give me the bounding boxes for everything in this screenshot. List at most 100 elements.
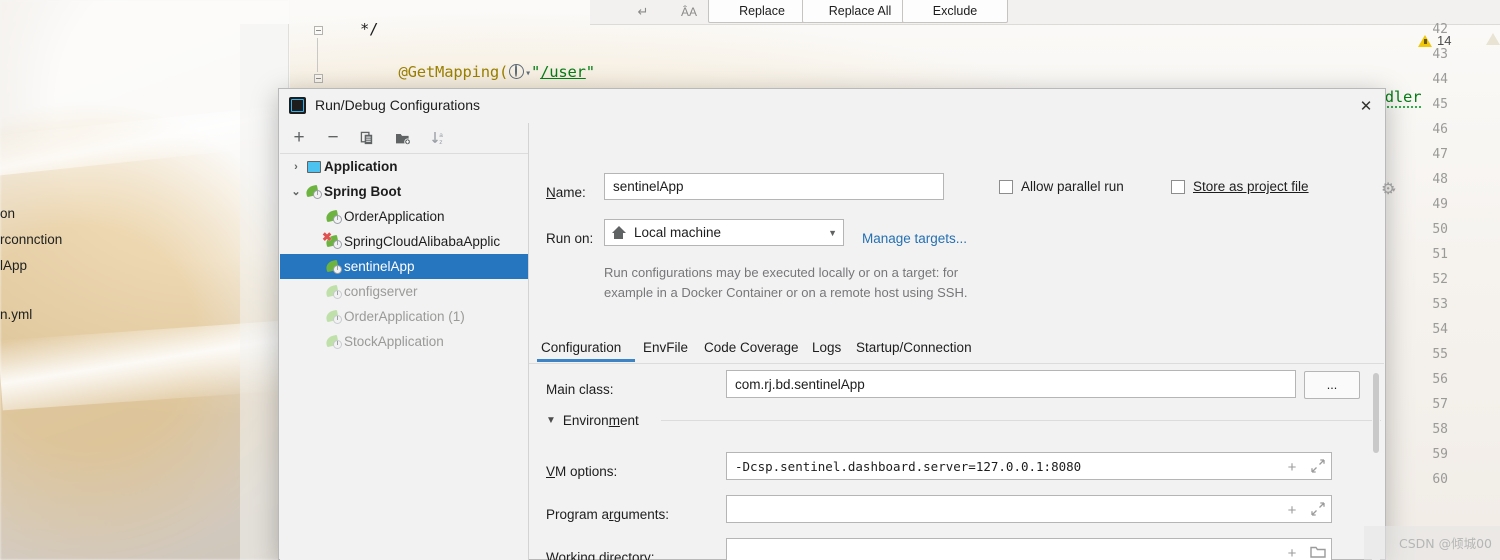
- scrollbar-thumb[interactable]: [1373, 373, 1379, 453]
- match-case-icon[interactable]: ÂA: [676, 2, 702, 22]
- exclude-button[interactable]: Exclude: [902, 0, 1008, 23]
- store-as-project-file-checkbox[interactable]: Store as project file: [1171, 179, 1309, 194]
- triangle-down-icon[interactable]: ▼: [546, 415, 556, 426]
- tree-item-configserver[interactable]: configserver: [280, 279, 528, 304]
- dialog-title: Run/Debug Configurations: [315, 97, 480, 113]
- run-on-description-line2: example in a Docker Container or on a re…: [604, 285, 968, 300]
- checkbox-box[interactable]: [1171, 179, 1185, 194]
- tree-item-springcloudalibabaapplication[interactable]: ✖ SpringCloudAlibabaApplic: [280, 229, 528, 254]
- tree-item-stockapplication[interactable]: StockApplication: [280, 329, 528, 354]
- gear-dropdown-icon[interactable]: [1381, 179, 1396, 199]
- chevron-down-icon[interactable]: ⌄: [288, 185, 304, 198]
- vm-options-label: VM options:: [546, 464, 618, 479]
- line-number: 50: [1432, 222, 1448, 237]
- tree-item-application[interactable]: › Application: [280, 154, 528, 179]
- warning-triangle-secondary-icon: [1486, 33, 1500, 45]
- vm-options-expand-icon[interactable]: [1311, 459, 1325, 473]
- find-replace-toolbar: ↵ ÂA Replace Replace All Exclude: [590, 0, 1500, 25]
- environment-section-header[interactable]: ▼ Environment: [546, 413, 639, 428]
- allow-parallel-run-checkbox[interactable]: Allow parallel run: [999, 179, 1124, 194]
- spring-boot-icon: [324, 309, 344, 324]
- home-icon: [611, 225, 627, 240]
- code-line-42: */: [360, 20, 379, 38]
- application-icon: [304, 158, 324, 173]
- line-number: 58: [1432, 422, 1448, 437]
- tab-code-coverage[interactable]: Code Coverage: [702, 333, 801, 361]
- configuration-tabs: Configuration EnvFile Code Coverage Logs…: [529, 333, 1384, 363]
- run-on-value: Local machine: [634, 225, 722, 240]
- tree-item-label: OrderApplication (1): [344, 309, 465, 324]
- tab-separator: [529, 363, 1384, 364]
- working-directory-input[interactable]: [726, 538, 1332, 560]
- spring-boot-icon: [324, 284, 344, 299]
- replace-button[interactable]: Replace: [708, 0, 816, 23]
- project-tree-fragment[interactable]: lApp: [0, 258, 27, 273]
- tab-logs[interactable]: Logs: [810, 333, 843, 361]
- line-number: 54: [1432, 322, 1448, 337]
- tree-item-orderapplication-1[interactable]: OrderApplication (1): [280, 304, 528, 329]
- project-tree-fragment[interactable]: on: [0, 206, 15, 221]
- close-icon[interactable]: ✕: [1355, 95, 1377, 117]
- main-class-label: Main class:: [546, 382, 614, 397]
- configuration-right-pane: Name: sentinelApp Allow parallel run Sto…: [529, 123, 1396, 560]
- tree-item-label: StockApplication: [344, 334, 444, 349]
- program-arguments-input[interactable]: [726, 495, 1332, 523]
- working-directory-macro-plus-icon[interactable]: +: [1284, 545, 1300, 560]
- vm-options-input[interactable]: -Dcsp.sentinel.dashboard.server=127.0.0.…: [726, 452, 1332, 480]
- name-input[interactable]: sentinelApp: [604, 173, 944, 200]
- svg-text:z: z: [439, 139, 442, 146]
- replace-all-button[interactable]: Replace All: [802, 0, 918, 23]
- line-number: 57: [1432, 397, 1448, 412]
- line-number: 51: [1432, 247, 1448, 262]
- chevron-right-icon[interactable]: ›: [288, 161, 304, 173]
- run-on-description-line1: Run configurations may be executed local…: [604, 265, 959, 280]
- line-number: 53: [1432, 297, 1448, 312]
- sort-az-icon[interactable]: az: [426, 126, 452, 150]
- line-number: 42: [1432, 22, 1448, 37]
- watermark: CSDN @倾城00: [1398, 536, 1492, 551]
- svg-text:a: a: [439, 132, 443, 139]
- tree-item-sentinelapp[interactable]: sentinelApp: [280, 254, 528, 279]
- line-number: 56: [1432, 372, 1448, 387]
- spring-boot-error-icon: ✖: [322, 231, 344, 249]
- return-icon[interactable]: ↵: [630, 2, 656, 22]
- spring-boot-icon: [324, 209, 344, 224]
- chevron-down-icon[interactable]: ▼: [828, 228, 837, 238]
- tab-configuration[interactable]: Configuration: [539, 333, 623, 361]
- tree-item-label: configserver: [344, 284, 418, 299]
- run-on-select[interactable]: Local machine ▼: [604, 219, 844, 246]
- spring-boot-icon: [324, 334, 344, 349]
- run-on-label: Run on:: [546, 231, 594, 246]
- vm-options-macro-plus-icon[interactable]: +: [1284, 459, 1300, 476]
- program-arguments-expand-icon[interactable]: [1311, 502, 1325, 516]
- spring-boot-icon: [304, 184, 324, 199]
- line-number: 46: [1432, 122, 1448, 137]
- folder-add-icon[interactable]: [390, 126, 416, 150]
- line-number: 43: [1432, 47, 1448, 62]
- folder-icon[interactable]: [1310, 545, 1326, 558]
- copy-icon[interactable]: [354, 126, 380, 150]
- remove-configuration-button[interactable]: −: [320, 126, 346, 150]
- environment-label: Environment: [562, 413, 639, 428]
- main-class-browse-button[interactable]: ...: [1304, 371, 1360, 399]
- manage-targets-link[interactable]: Manage targets...: [862, 231, 967, 246]
- configurations-left-pane: + − az › Application ⌄ Spring Boot Order…: [280, 123, 529, 560]
- main-class-input[interactable]: com.rj.bd.sentinelApp: [726, 370, 1296, 398]
- project-tree-fragment[interactable]: rconnction: [0, 232, 62, 247]
- error-badge-icon: ✖: [322, 229, 333, 244]
- spring-boot-icon: [324, 259, 344, 274]
- configurations-tree: › Application ⌄ Spring Boot OrderApplica…: [280, 154, 528, 560]
- store-as-project-file-label: Store as project file: [1193, 179, 1309, 194]
- program-arguments-macro-plus-icon[interactable]: +: [1284, 502, 1300, 519]
- tree-item-spring-boot[interactable]: ⌄ Spring Boot: [280, 179, 528, 204]
- checkbox-box[interactable]: [999, 179, 1013, 194]
- line-number: 60: [1432, 472, 1448, 487]
- code-fold-toggle[interactable]: [312, 72, 324, 84]
- line-number: 52: [1432, 272, 1448, 287]
- code-fold-toggle[interactable]: [312, 24, 324, 36]
- add-configuration-button[interactable]: +: [286, 126, 312, 150]
- project-tree-fragment[interactable]: n.yml: [0, 307, 32, 322]
- tree-item-orderapplication[interactable]: OrderApplication: [280, 204, 528, 229]
- tab-startup-connection[interactable]: Startup/Connection: [854, 333, 974, 361]
- tab-envfile[interactable]: EnvFile: [641, 333, 690, 361]
